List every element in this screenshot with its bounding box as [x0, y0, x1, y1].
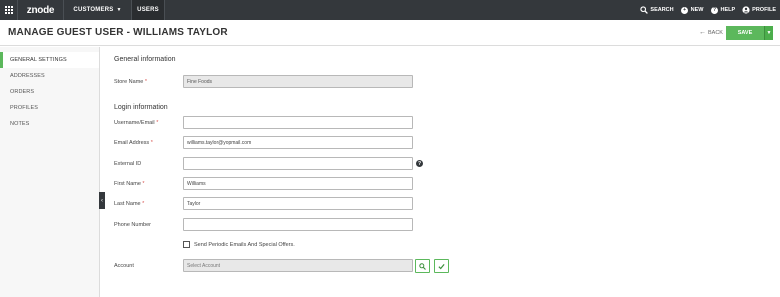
- sidebar: GENERAL SETTINGS ADDRESSES ORDERS PROFIL…: [0, 47, 100, 297]
- main-content: General information Store Name * Fine Fo…: [100, 47, 780, 297]
- sidebar-item-orders[interactable]: ORDERS: [0, 84, 99, 100]
- email-input[interactable]: williams.taylor@yopmail.com: [183, 136, 413, 149]
- account-select[interactable]: Select Account: [183, 259, 413, 272]
- sidebar-item-addresses[interactable]: ADDRESSES: [0, 68, 99, 84]
- check-icon: [438, 263, 445, 269]
- search-label: SEARCH: [650, 7, 674, 13]
- top-right-actions: SEARCH + NEW ? HELP PROFILE: [633, 0, 780, 20]
- back-label: BACK: [708, 29, 723, 36]
- znode-logo[interactable]: znode: [18, 0, 64, 20]
- nav-users-label: USERS: [137, 7, 159, 13]
- optin-label: Send Periodic Emails And Special Offers.: [194, 241, 295, 248]
- plus-circle-icon: +: [681, 6, 689, 14]
- required-marker: *: [156, 120, 159, 126]
- help-label: HELP: [720, 7, 736, 13]
- store-name-label-text: Store Name: [114, 79, 144, 85]
- profile-label: PROFILE: [752, 7, 776, 13]
- phone-number-input[interactable]: [183, 218, 413, 231]
- required-marker: *: [150, 140, 153, 146]
- new-label: NEW: [690, 7, 704, 13]
- optin-row: Send Periodic Emails And Special Offers.: [183, 241, 295, 248]
- save-button[interactable]: SAVE: [726, 26, 764, 40]
- username-input[interactable]: [183, 116, 413, 129]
- app-menu-button[interactable]: [0, 0, 18, 20]
- new-button[interactable]: + NEW: [681, 6, 704, 14]
- last-name-input[interactable]: Taylor: [183, 197, 413, 210]
- chevron-down-icon: ▼: [766, 30, 772, 36]
- first-name-label: First Name *: [114, 181, 145, 187]
- save-button-group: SAVE ▼: [726, 26, 773, 40]
- first-name-label-text: First Name: [114, 181, 141, 187]
- last-name-label-text: Last Name: [114, 201, 141, 207]
- sidebar-item-general-settings[interactable]: GENERAL SETTINGS: [0, 52, 99, 68]
- help-icon[interactable]: ?: [416, 160, 423, 167]
- nav-customers[interactable]: CUSTOMERS ▼: [64, 0, 132, 20]
- search-icon: [419, 262, 426, 270]
- first-name-input[interactable]: Williams: [183, 177, 413, 190]
- question-circle-icon: ?: [710, 6, 718, 14]
- phone-number-label: Phone Number: [114, 222, 151, 228]
- general-information-heading: General information: [114, 56, 176, 63]
- search-button[interactable]: SEARCH: [640, 6, 674, 14]
- nav-customers-label: CUSTOMERS: [73, 7, 114, 13]
- top-navigation-bar: znode CUSTOMERS ▼ USERS SEARCH + NEW ? H…: [0, 0, 780, 20]
- grid-icon: [4, 6, 13, 14]
- page-header: MANAGE GUEST USER - WILLIAMS TAYLOR ← BA…: [0, 20, 780, 46]
- help-button[interactable]: ? HELP: [710, 6, 735, 14]
- store-name-label: Store Name *: [114, 79, 147, 85]
- page-title: MANAGE GUEST USER - WILLIAMS TAYLOR: [8, 27, 228, 38]
- email-label: Email Address *: [114, 140, 153, 146]
- nav-users[interactable]: USERS: [132, 0, 165, 20]
- required-marker: *: [144, 79, 148, 85]
- search-icon: [640, 6, 649, 14]
- last-name-label: Last Name *: [114, 201, 144, 207]
- email-label-text: Email Address: [114, 140, 150, 146]
- back-button[interactable]: ← BACK: [699, 29, 723, 36]
- required-marker: *: [142, 181, 145, 187]
- required-marker: *: [142, 201, 145, 207]
- username-label-text: Username/Email: [114, 120, 155, 126]
- optin-checkbox[interactable]: [183, 241, 190, 248]
- sidebar-item-profiles[interactable]: PROFILES: [0, 100, 99, 116]
- sidebar-item-notes[interactable]: NOTES: [0, 116, 99, 132]
- external-id-input[interactable]: [183, 157, 413, 170]
- account-search-button[interactable]: [415, 259, 430, 273]
- account-label: Account: [114, 263, 134, 269]
- chevron-down-icon: ▼: [116, 7, 122, 13]
- store-name-field: Fine Foods: [183, 75, 413, 88]
- login-information-heading: Login information: [114, 104, 168, 111]
- account-confirm-button[interactable]: [434, 259, 449, 273]
- save-dropdown-toggle[interactable]: ▼: [764, 26, 773, 40]
- username-label: Username/Email *: [114, 120, 158, 126]
- arrow-left-icon: ←: [699, 29, 706, 36]
- external-id-label: External ID: [114, 161, 142, 167]
- profile-button[interactable]: PROFILE: [742, 6, 776, 14]
- user-circle-icon: [742, 6, 750, 14]
